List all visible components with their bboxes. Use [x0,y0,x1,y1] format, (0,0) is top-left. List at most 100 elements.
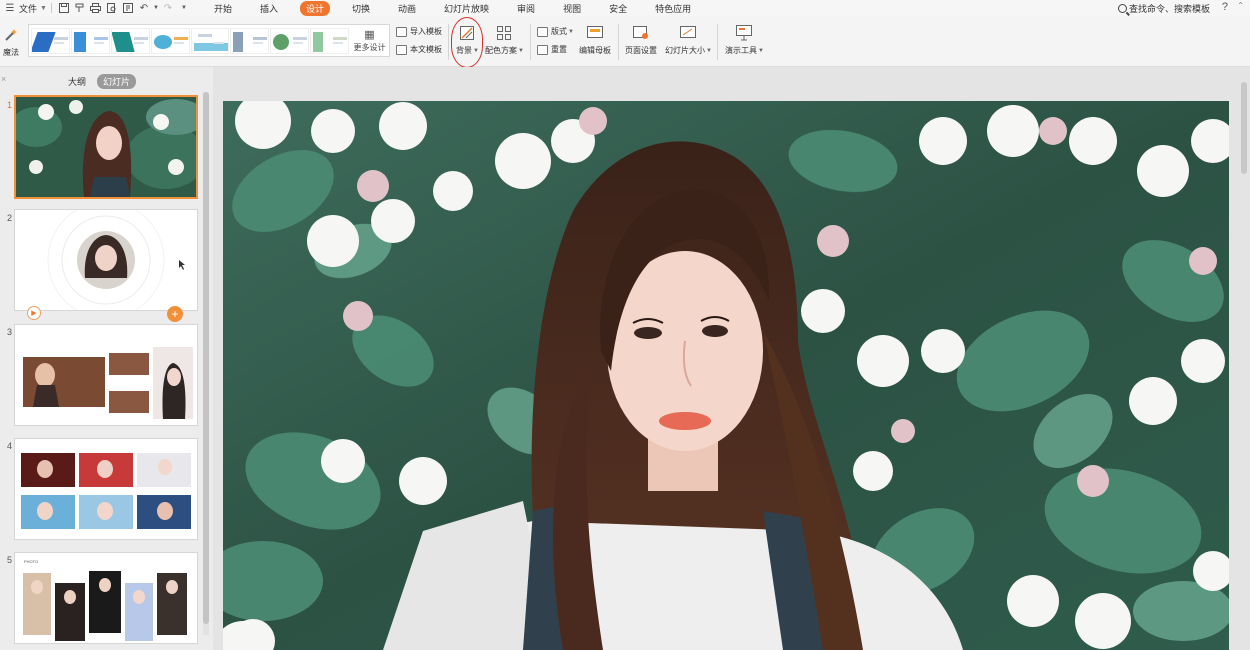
slide-4-photo-grid [15,439,197,539]
tab-view[interactable]: 视图 [557,1,587,16]
add-slide-icon[interactable]: + [167,306,183,322]
slide-thumbnail-3[interactable] [14,324,198,426]
print-preview-icon[interactable] [104,2,120,14]
file-menu-label: 文件 [19,3,38,14]
slide-5-caption: PHOTO [24,559,39,564]
master-slide-icon [586,24,604,42]
divider [530,24,531,60]
tab-special-apps[interactable]: 特色应用 [649,1,697,16]
template-thumbnail[interactable] [70,27,110,54]
slide-2-circle-portrait [15,210,197,310]
color-scheme-icon [495,24,513,42]
chevron-up-icon[interactable]: ⌃ [1237,1,1244,10]
save-icon[interactable] [56,2,72,14]
tab-outline[interactable]: 大纲 [62,74,92,89]
slide-size-icon [679,24,697,42]
color-scheme-button[interactable]: 配色方案 ▼ [485,24,524,56]
print-icon[interactable] [88,2,104,14]
magic-button[interactable]: 魔法 [2,26,20,58]
menu-bar: ☰ 文件 ▼ ↶ ▼ ↷ ▼ 开始 插入 设计 切换 动画 幻灯片放映 审阅 视图… [0,0,1250,16]
play-icon[interactable]: ▶ [27,306,41,320]
slide-scrollbar[interactable] [1240,82,1248,650]
presentation-tools-button[interactable]: 演示工具 ▼ [725,24,764,56]
divider [50,3,52,13]
slide-size-button[interactable]: 幻灯片大小 ▼ [665,24,712,56]
tab-animations[interactable]: 动画 [392,1,422,16]
tab-review[interactable]: 审阅 [511,1,541,16]
slide-thumbnail-pane: × 大纲 幻灯片 1 2 ▶ + 3 4 5 PHOTO [0,67,213,650]
undo-icon[interactable]: ↶ [136,2,152,14]
file-menu[interactable]: 文件 ▼ [19,2,47,15]
chevron-down-icon: ▼ [568,28,574,35]
layout-label: 版式 [551,27,567,36]
text-template-button[interactable]: 本文模板 [396,44,442,55]
document-icon [396,44,407,55]
layout-icon [537,26,548,37]
presentation-tools-label: 演示工具 [725,46,757,55]
presentation-icon [735,24,753,42]
slide-thumbnail-1[interactable] [14,95,198,199]
undo-dropdown-icon[interactable]: ▼ [152,2,160,14]
pane-tabs: 大纲 幻灯片 [62,74,141,89]
command-search[interactable]: 查找命令、搜索模板 [1117,2,1210,15]
search-label: 查找命令、搜索模板 [1128,4,1210,14]
more-design-label: 更多设计 [353,43,386,52]
scrollbar-thumb[interactable] [203,92,209,624]
close-icon[interactable]: × [1,74,6,84]
slide-3-photo-collage [15,325,197,425]
tab-insert[interactable]: 插入 [254,1,284,16]
scrollbar-thumb[interactable] [1241,82,1247,174]
customize-quick-access-icon[interactable]: ▼ [176,2,192,14]
color-scheme-label: 配色方案 [485,46,517,55]
design-template-gallery: ▦ 更多设计 [28,24,390,57]
magic-wand-icon [2,26,20,44]
edit-master-button[interactable]: 编辑母板 [579,24,611,56]
template-thumbnail[interactable] [110,27,150,54]
current-slide-canvas[interactable] [223,101,1229,650]
template-thumbnail[interactable] [31,27,70,54]
chevron-down-icon: ▼ [758,47,764,54]
template-thumbnail[interactable] [230,27,270,54]
template-thumbnail[interactable] [150,27,190,54]
export-pdf-icon[interactable] [120,2,136,14]
tab-slides[interactable]: 幻灯片 [97,74,137,89]
tab-slideshow[interactable]: 幻灯片放映 [438,1,495,16]
hamburger-menu-icon[interactable]: ☰ [3,2,17,14]
slide-number: 2 [7,213,13,223]
tab-home[interactable]: 开始 [208,1,238,16]
ribbon-design: 魔法 ▦ 更多设计 导入模板 本文模板 背景 ▼ 配色方案 ▼ 版式 ▼ 重置 … [0,16,1250,68]
template-thumbnail[interactable] [190,27,230,54]
template-thumbnail[interactable] [270,27,310,54]
more-design-button[interactable]: ▦ 更多设计 [352,28,387,53]
reset-button[interactable]: 重置 [537,44,567,55]
import-template-button[interactable]: 导入模板 [396,26,442,37]
slide-1-photo [16,97,196,197]
slide-background-photo [223,101,1229,650]
reset-icon [537,44,548,55]
redo-icon[interactable]: ↷ [160,2,176,14]
magic-label: 魔法 [3,48,19,57]
tab-security[interactable]: 安全 [603,1,633,16]
edit-master-label: 编辑母板 [579,46,611,55]
chevron-down-icon: ▼ [706,47,712,54]
layout-button[interactable]: 版式 ▼ [537,26,574,37]
text-template-label: 本文模板 [410,45,442,54]
page-setup-label: 页面设置 [625,46,657,55]
thumbnail-scrollbar[interactable] [203,92,209,635]
tab-transitions[interactable]: 切换 [346,1,376,16]
divider [717,24,718,60]
slide-number: 3 [7,327,13,337]
slide-thumbnail-2[interactable] [14,209,198,311]
slide-number: 4 [7,441,13,451]
template-thumbnail[interactable] [310,27,349,54]
slide-thumbnail-5[interactable]: PHOTO [14,552,198,644]
divider [448,24,449,60]
tab-design[interactable]: 设计 [299,0,330,16]
slide-size-label: 幻灯片大小 [665,46,705,55]
help-icon[interactable]: ? [1222,1,1228,13]
slide-5-photo-row [15,553,197,643]
format-painter-icon[interactable] [72,2,88,14]
slide-thumbnail-4[interactable] [14,438,198,540]
page-setup-icon [632,24,650,42]
page-setup-button[interactable]: 页面设置 [625,24,657,56]
